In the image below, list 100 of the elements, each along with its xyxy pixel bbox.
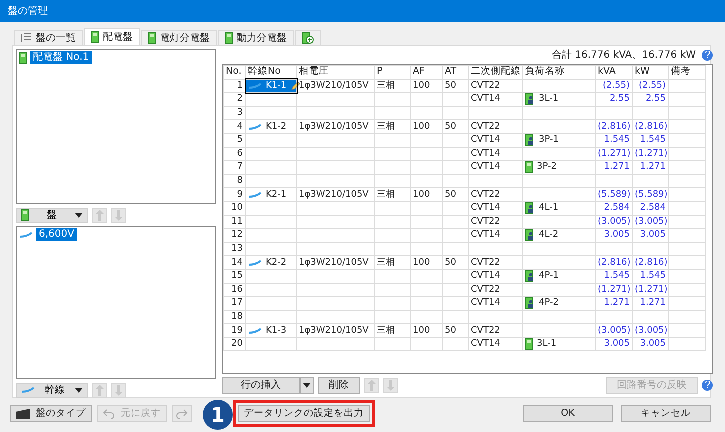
table-cell: 1φ3W210/105V bbox=[299, 190, 369, 200]
table-cell: 3P-2 bbox=[537, 161, 557, 174]
pencil-icon[interactable] bbox=[290, 80, 301, 91]
table-cell: 3L-1 bbox=[537, 338, 557, 350]
type-dropdown[interactable]: 盤 bbox=[16, 208, 88, 222]
table-cell: CVT22 bbox=[471, 216, 500, 227]
trunk-line-icon bbox=[248, 260, 262, 266]
table-cell: CVT14 bbox=[471, 135, 500, 146]
table-cell: (1.271) bbox=[635, 148, 668, 159]
table-cell: (2.816) bbox=[598, 258, 631, 268]
table-cell: (2.55) bbox=[638, 80, 666, 91]
panel-type-icon bbox=[16, 408, 30, 418]
table-cell: 1φ3W210/105V bbox=[299, 122, 369, 132]
table-cell: 50 bbox=[445, 258, 456, 268]
tab[interactable]: 配電盤 bbox=[84, 28, 140, 45]
table-cell: CVT14 bbox=[471, 148, 500, 159]
table-cell: 1.271 bbox=[604, 162, 630, 172]
table-cell: 50 bbox=[445, 122, 456, 132]
table-cell: 三相 bbox=[377, 122, 395, 132]
table-cell: CVT22 bbox=[471, 190, 500, 200]
load-panel-icon bbox=[525, 229, 535, 242]
load-panel-icon bbox=[525, 270, 535, 282]
undo-icon bbox=[103, 408, 115, 418]
help-icon[interactable] bbox=[702, 50, 713, 60]
delete-button[interactable]: 削除 bbox=[318, 376, 360, 394]
table-cell: 50 bbox=[445, 80, 456, 91]
load-panel-icon bbox=[525, 161, 533, 174]
table-cell: 7 bbox=[237, 162, 243, 172]
table-cell: 1.271 bbox=[604, 298, 630, 308]
table-cell: 16 bbox=[232, 284, 243, 295]
table-cell: 1φ3W210/105V bbox=[299, 326, 369, 336]
table-cell: CVT14 bbox=[471, 203, 500, 214]
table-cell: (5.589) bbox=[635, 190, 668, 200]
help-icon[interactable] bbox=[702, 380, 713, 390]
type-dropdown[interactable]: 幹線 bbox=[16, 382, 88, 398]
table-cell: 3L-1 bbox=[539, 93, 559, 106]
table-cell: 50 bbox=[445, 326, 456, 336]
table-cell: (2.816) bbox=[598, 122, 631, 132]
table-cell: 1.545 bbox=[604, 135, 630, 146]
ok-button[interactable]: OK bbox=[523, 405, 613, 422]
trunk-line-icon bbox=[21, 387, 35, 393]
tab[interactable]: 動力分電盤 bbox=[218, 30, 294, 45]
tab[interactable]: 電灯分電盤 bbox=[141, 30, 217, 45]
table-cell: CVT14 bbox=[471, 162, 500, 172]
footer-button[interactable]: データリンクの設定を出力 bbox=[238, 405, 370, 422]
table-cell: 1.545 bbox=[640, 271, 666, 282]
table-cell: (1.271) bbox=[598, 284, 631, 295]
column-header[interactable]: P bbox=[377, 66, 383, 78]
list-icon bbox=[21, 33, 32, 43]
table-cell: 3.005 bbox=[604, 339, 630, 350]
panel-icon bbox=[21, 209, 29, 221]
table-cell: 三相 bbox=[377, 190, 395, 200]
table-cell: 3.005 bbox=[604, 230, 630, 240]
load-panel-icon bbox=[525, 202, 535, 214]
table-cell: 20 bbox=[232, 339, 243, 350]
redo-icon bbox=[176, 408, 188, 418]
table-cell: CVT14 bbox=[471, 94, 500, 104]
load-panel-icon bbox=[525, 338, 533, 350]
trunk-line-icon bbox=[248, 124, 262, 130]
table-cell: (1.271) bbox=[598, 148, 631, 159]
table-cell: 4P-2 bbox=[539, 297, 559, 310]
table-cell: 100 bbox=[413, 258, 430, 268]
tree-item[interactable]: 6,600V bbox=[36, 228, 78, 241]
trunk-line-icon bbox=[19, 232, 33, 238]
table-cell: 10 bbox=[232, 203, 243, 214]
trunk-line-icon bbox=[248, 192, 262, 198]
table-cell: 13 bbox=[232, 244, 243, 254]
step-badge: 1 bbox=[203, 400, 233, 430]
cancel-button[interactable]: キャンセル bbox=[621, 405, 711, 422]
tree-item[interactable]: 配電盤 No.1 bbox=[30, 51, 92, 64]
table-cell: 3 bbox=[237, 108, 243, 118]
trunk-line-icon bbox=[248, 328, 262, 334]
table-cell: 9 bbox=[237, 190, 243, 200]
caret-icon bbox=[75, 388, 83, 392]
insert-row-button[interactable]: 行の挿入 bbox=[222, 376, 300, 394]
window-title: 盤の管理 bbox=[0, 0, 725, 22]
tab[interactable]: 盤の一覧 bbox=[14, 30, 83, 45]
table-cell: CVT14 bbox=[471, 298, 500, 308]
table-cell: 3.005 bbox=[640, 230, 666, 240]
table-cell: 14 bbox=[232, 258, 243, 268]
table-cell: (3.005) bbox=[635, 216, 668, 227]
table-cell: 1.545 bbox=[604, 271, 630, 282]
table-cell: 1φ3W210/105V bbox=[299, 258, 369, 268]
load-panel-icon bbox=[525, 134, 535, 146]
panel-icon bbox=[91, 31, 99, 43]
table-cell: 12 bbox=[232, 230, 243, 240]
table-cell: CVT14 bbox=[471, 230, 500, 240]
footer-button[interactable]: 盤のタイプ bbox=[10, 405, 92, 422]
table-cell: CVT14 bbox=[471, 271, 500, 282]
table-cell: 2 bbox=[237, 94, 243, 104]
table-cell: 17 bbox=[232, 298, 243, 308]
table-cell: 2.584 bbox=[640, 203, 666, 214]
table-cell: 4P-1 bbox=[539, 270, 559, 282]
table-cell: 三相 bbox=[377, 80, 395, 91]
table-cell: 5 bbox=[237, 135, 243, 146]
insert-menu-button[interactable] bbox=[300, 376, 314, 394]
panel-icon bbox=[19, 52, 27, 64]
table-cell: 2.55 bbox=[610, 94, 630, 104]
tab[interactable] bbox=[295, 30, 321, 45]
table-cell: CVT22 bbox=[471, 122, 500, 132]
